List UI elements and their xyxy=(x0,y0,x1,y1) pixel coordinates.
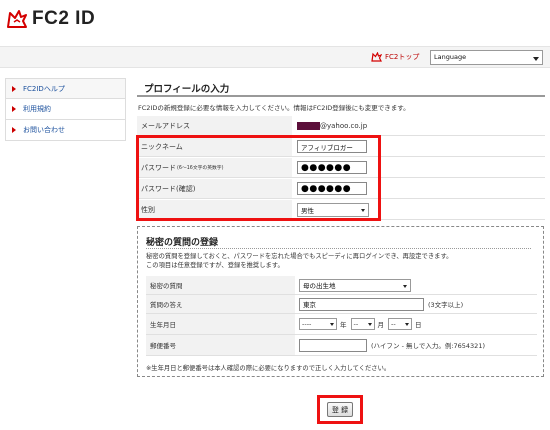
chevron-down-icon xyxy=(330,323,334,326)
language-select-value: Language xyxy=(434,53,467,61)
bullet-arrow-icon xyxy=(12,85,16,92)
day-unit: 日 xyxy=(415,321,422,329)
fc2top-label: FC2トップ xyxy=(385,53,420,61)
birthdate-label: 生年月日 xyxy=(146,314,295,334)
fc2-fox-icon xyxy=(371,52,382,62)
birthdate-row: 生年月日 ---- 年 -- 月 -- 日 xyxy=(146,314,537,335)
fc2-id-logo[interactable]: FC2 ID xyxy=(6,8,95,30)
secret-question-row: 秘密の質問 母の出生地 xyxy=(146,276,537,295)
sidebar-item-help[interactable]: FC2IDヘルプ xyxy=(5,78,126,99)
profile-panel: プロフィールの入力 FC2IDの新規登録に必要な情報を入力してください。情報はF… xyxy=(137,80,545,220)
sidebar-item-label: お問い合わせ xyxy=(23,126,65,134)
answer-label: 質問の答え xyxy=(146,295,295,313)
highlight-frame xyxy=(136,135,381,221)
fc2top-link[interactable]: FC2トップ xyxy=(371,52,419,62)
sidebar-item-terms[interactable]: 利用規約 xyxy=(5,99,126,120)
zip-hint: (ハイフン - 無しで入力。例:7654321) xyxy=(371,342,485,350)
answer-value: 東京 xyxy=(303,301,316,309)
intro-text: FC2IDの新規登録に必要な情報を入力してください。情報はFC2ID登録後にも変… xyxy=(138,104,410,112)
sidebar-item-contact[interactable]: お問い合わせ xyxy=(5,120,126,141)
birth-month-select[interactable]: -- xyxy=(350,318,375,330)
secret-desc-line1: 秘密の質問を登録しておくと、パスワードを忘れた場合でもスピーディに再ログインでき… xyxy=(146,253,453,260)
month-unit: 月 xyxy=(377,321,385,329)
bullet-arrow-icon xyxy=(12,106,16,112)
sidebar-item-label: 利用規約 xyxy=(23,105,51,113)
birth-month-value: -- xyxy=(353,320,359,328)
birth-day-select[interactable]: -- xyxy=(388,318,412,330)
chevron-down-icon xyxy=(533,57,539,61)
birth-day-value: -- xyxy=(391,320,396,328)
bullet-arrow-icon xyxy=(12,127,16,133)
secret-question-box: 秘密の質問の登録 秘密の質問を登録しておくと、パスワードを忘れた場合でもスピーデ… xyxy=(137,226,544,377)
register-button[interactable]: 登 録 xyxy=(327,402,353,417)
email-redaction xyxy=(297,121,320,130)
chevron-down-icon xyxy=(367,323,372,326)
year-unit: 年 xyxy=(340,321,347,329)
secret-description: 秘密の質問を登録しておくと、パスワードを忘れた場合でもスピーディに再ログインでき… xyxy=(146,252,452,270)
email-value: @yahoo.co.jp xyxy=(320,121,368,130)
secret-question-value: 母の出生地 xyxy=(303,282,336,290)
chevron-down-icon xyxy=(405,323,409,326)
secret-section-title: 秘密の質問の登録 xyxy=(146,235,531,249)
chevron-down-icon xyxy=(403,284,407,288)
birth-year-value: ---- xyxy=(302,320,312,328)
language-select[interactable]: Language xyxy=(430,50,543,65)
answer-hint: (3文字以上) xyxy=(428,301,464,309)
fc2-fox-logo-icon xyxy=(7,10,27,28)
top-bar: FC2トップ Language xyxy=(0,46,550,68)
logo-text: FC2 ID xyxy=(32,8,96,29)
secret-question-select[interactable]: 母の出生地 xyxy=(299,278,411,292)
birth-year-select[interactable]: ---- xyxy=(299,318,337,330)
sidebar: FC2IDヘルプ 利用規約 お問い合わせ xyxy=(5,78,126,141)
secret-note: ※生年月日と郵便番号は本人確認の際に必要になりますので正しく入力してください。 xyxy=(146,365,391,372)
secret-question-label: 秘密の質問 xyxy=(146,276,295,294)
zip-label: 郵便番号 xyxy=(146,335,295,355)
zip-row: 郵便番号 (ハイフン - 無しで入力。例:7654321) xyxy=(146,335,537,356)
sidebar-item-label: FC2IDヘルプ xyxy=(23,84,65,93)
section-title: プロフィールの入力 xyxy=(137,80,545,97)
zip-input[interactable] xyxy=(299,338,367,352)
answer-input[interactable]: 東京 xyxy=(299,297,424,311)
secret-desc-line2: この項目は任意登録ですが、登録を推奨します。 xyxy=(146,262,284,269)
email-row: メールアドレス @yahoo.co.jp xyxy=(137,116,545,136)
answer-row: 質問の答え 東京 (3文字以上) xyxy=(146,295,537,314)
email-label: メールアドレス xyxy=(137,116,292,135)
